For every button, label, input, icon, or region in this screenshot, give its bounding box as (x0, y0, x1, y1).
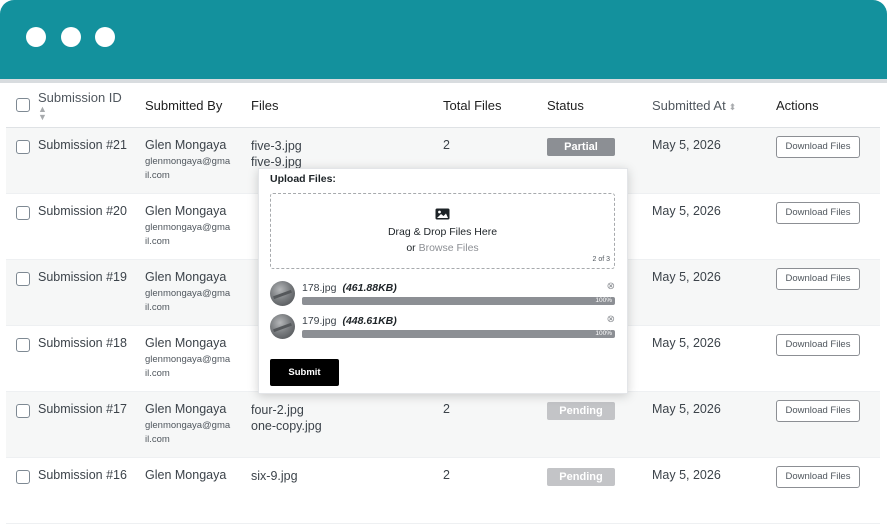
status-badge: Pending (547, 402, 615, 420)
submitter-email: glenmongaya@gma il.com (145, 222, 231, 247)
or-text: or (406, 242, 416, 254)
submitter-name: Glen Mongaya (145, 402, 227, 416)
status-badge: Pending (547, 468, 615, 486)
submission-id: Submission #17 (38, 402, 127, 416)
window-dot-icon (95, 27, 115, 47)
submitter-email: glenmongaya@gma il.com (145, 420, 231, 445)
file-name: one-copy.jpg (251, 419, 322, 433)
submitted-date: May 5, 2026 (652, 468, 721, 482)
upload-file-size: (461.88KB) (342, 282, 397, 294)
column-header-total-files: Total Files (443, 83, 547, 128)
upload-title: Upload Files: (270, 173, 336, 185)
file-thumbnail (270, 314, 295, 339)
submitter-email (145, 485, 251, 499)
row-checkbox[interactable] (16, 140, 30, 154)
upload-file-item: 179.jpg (448.61KB) ⊗ 100% (270, 314, 615, 342)
sort-icon[interactable]: ▲ ▼ (38, 104, 145, 121)
row-checkbox[interactable] (16, 338, 30, 352)
image-icon (435, 208, 450, 220)
submission-id: Submission #18 (38, 336, 127, 350)
column-header-status: Status (547, 83, 652, 128)
window-dot-icon (61, 27, 81, 47)
download-files-button[interactable]: Download Files (776, 334, 860, 356)
submission-id: Submission #20 (38, 204, 127, 218)
row-checkbox[interactable] (16, 206, 30, 220)
submission-id: Submission #21 (38, 138, 127, 152)
submitter-email: glenmongaya@gma il.com (145, 288, 231, 313)
browse-files-link[interactable]: Browse Files (419, 242, 479, 254)
upload-count: 2 of 3 (592, 256, 610, 263)
row-checkbox[interactable] (16, 404, 30, 418)
sort-icon[interactable]: ⬍ (729, 102, 737, 112)
submitter-name: Glen Mongaya (145, 336, 227, 350)
file-name: six-9.jpg (251, 469, 298, 483)
window-title-bar (0, 0, 887, 79)
column-header-submission-id[interactable]: Submission ID ▲ ▼ (38, 83, 145, 128)
status-badge: Partial (547, 138, 615, 156)
download-files-button[interactable]: Download Files (776, 400, 860, 422)
upload-file-name: 179.jpg (302, 315, 337, 327)
submitter-name: Glen Mongaya (145, 204, 227, 218)
submission-id: Submission #16 (38, 468, 127, 482)
submit-button[interactable]: Submit (270, 359, 339, 386)
total-files: 2 (443, 402, 450, 416)
download-files-button[interactable]: Download Files (776, 202, 860, 224)
row-checkbox[interactable] (16, 272, 30, 286)
column-header-submitted-by: Submitted By (145, 83, 251, 128)
submitter-name: Glen Mongaya (145, 270, 227, 284)
submitter-name: Glen Mongaya (145, 468, 227, 482)
upload-progress-label: 100% (595, 297, 612, 304)
upload-progress-fill (302, 297, 615, 305)
file-name: five-3.jpg (251, 139, 302, 153)
remove-file-icon[interactable]: ⊗ (607, 314, 615, 325)
drop-text: Drag & Drop Files Here (387, 226, 498, 238)
upload-file-name: 178.jpg (302, 282, 337, 294)
file-thumbnail (270, 281, 295, 306)
submission-id: Submission #19 (38, 270, 127, 284)
window-dot-icon (26, 27, 46, 47)
submitted-date: May 5, 2026 (652, 402, 721, 416)
column-header-files: Files (251, 83, 443, 128)
select-all-checkbox[interactable] (16, 97, 30, 112)
total-files: 2 (443, 138, 450, 152)
row-checkbox[interactable] (16, 470, 30, 484)
submitter-email: glenmongaya@gma il.com (145, 156, 231, 181)
upload-files-popover: Upload Files: Drag & Drop Files Here or … (258, 168, 628, 394)
upload-progress-label: 100% (595, 330, 612, 337)
submitter-name: Glen Mongaya (145, 138, 227, 152)
column-header-submitted-at[interactable]: Submitted At ⬍ (652, 83, 776, 128)
column-header-actions: Actions (776, 83, 880, 128)
submitted-date: May 5, 2026 (652, 204, 721, 218)
submitted-date: May 5, 2026 (652, 138, 721, 152)
submitted-date: May 5, 2026 (652, 336, 721, 350)
submitter-email: glenmongaya@gma il.com (145, 354, 231, 379)
download-files-button[interactable]: Download Files (776, 136, 860, 158)
upload-progress-bar: 100% (302, 330, 615, 338)
upload-file-item: 178.jpg (461.88KB) ⊗ 100% (270, 281, 615, 309)
remove-file-icon[interactable]: ⊗ (607, 281, 615, 292)
table-row: Submission #17 Glen Mongaya glenmongaya@gm… (6, 391, 880, 458)
drop-zone[interactable]: Drag & Drop Files Here or Browse Files 2… (270, 193, 615, 269)
download-files-button[interactable]: Download Files (776, 268, 860, 290)
file-name: four-2.jpg (251, 403, 304, 417)
submitted-date: May 5, 2026 (652, 270, 721, 284)
upload-progress-bar: 100% (302, 297, 615, 305)
upload-file-size: (448.61KB) (342, 315, 397, 327)
table-row: Submission #16 Glen Mongaya six-9.jpg 2 Pend… (6, 457, 880, 524)
table-header-row: Submission ID ▲ ▼ Submitted By Files Tota… (6, 83, 880, 128)
total-files: 2 (443, 468, 450, 482)
upload-progress-fill (302, 330, 615, 338)
